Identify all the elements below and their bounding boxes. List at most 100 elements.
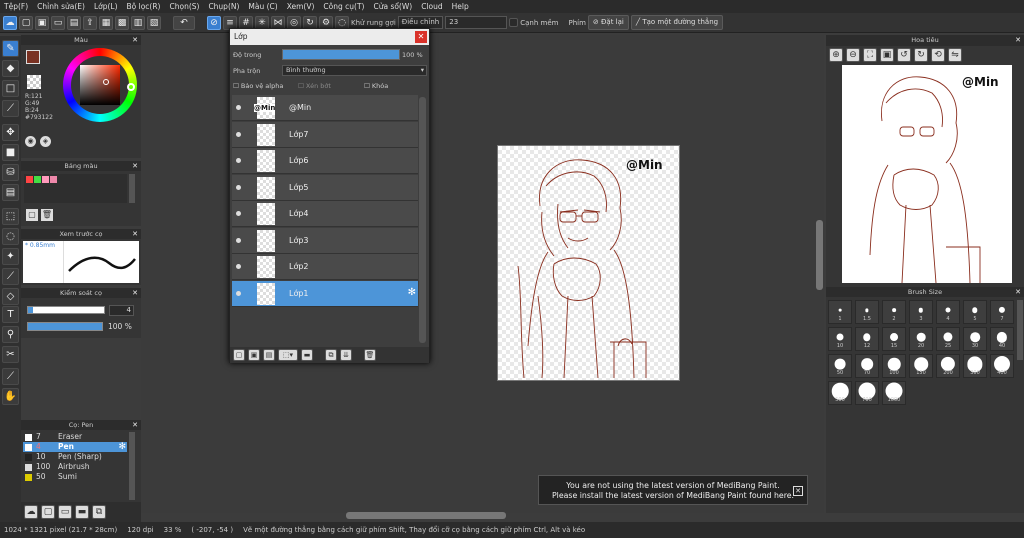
layer-row[interactable]: Lớp4 bbox=[232, 201, 418, 227]
brush-size-cell[interactable]: 50 bbox=[828, 354, 852, 378]
brush-opacity-slider[interactable] bbox=[27, 322, 103, 331]
brush-size-cell[interactable]: 4 bbox=[936, 300, 960, 324]
layer-add-menu-icon[interactable]: ⬚▾ bbox=[278, 349, 298, 361]
saturation-value-square[interactable] bbox=[80, 65, 120, 105]
brush-settings-icon[interactable]: ✻ bbox=[118, 442, 126, 452]
brush-size-cell[interactable]: 5 bbox=[963, 300, 987, 324]
fit-screen-icon[interactable]: ⛶ bbox=[863, 48, 877, 62]
hue-ring[interactable] bbox=[63, 48, 137, 122]
palette-swatch[interactable] bbox=[26, 176, 33, 183]
menu-filter[interactable]: Bộ lọc(R) bbox=[127, 2, 161, 11]
eyedropper-tool-icon[interactable]: ⟋ bbox=[2, 368, 19, 385]
edge-checkbox[interactable] bbox=[509, 18, 519, 27]
bucket-tool-icon[interactable]: ⛁ bbox=[2, 164, 19, 181]
close-icon[interactable]: ✕ bbox=[132, 288, 138, 298]
select-pen-icon[interactable]: ⟋ bbox=[2, 268, 19, 285]
divide-tool-icon[interactable]: ✂ bbox=[2, 346, 19, 363]
cloud-icon[interactable]: ☁ bbox=[3, 15, 17, 30]
window-icon[interactable]: ▥ bbox=[131, 15, 145, 30]
rotate-reset-icon[interactable]: ⟲ bbox=[931, 48, 945, 62]
brush-size-cell[interactable]: 15 bbox=[882, 327, 906, 351]
brush-size-cell[interactable]: 100 bbox=[882, 354, 906, 378]
clip-option[interactable]: ☐ Xén bớt bbox=[298, 82, 331, 90]
chat-icon[interactable]: ▭ bbox=[51, 15, 65, 30]
layer-row[interactable]: Lớp1 ✻ bbox=[232, 280, 418, 307]
menu-snap[interactable]: Chụp(N) bbox=[208, 2, 239, 11]
menu-select[interactable]: Chọn(S) bbox=[169, 2, 199, 11]
select-eraser-icon[interactable]: ◇ bbox=[2, 288, 19, 305]
menu-help[interactable]: Help bbox=[452, 2, 469, 11]
menu-layer[interactable]: Lớp(L) bbox=[94, 2, 118, 11]
share-icon[interactable]: ⇪ bbox=[83, 15, 97, 30]
brush-tool-icon[interactable]: ✎ bbox=[2, 40, 19, 57]
sv-cursor[interactable] bbox=[103, 79, 109, 85]
menu-color[interactable]: Màu (C) bbox=[248, 2, 277, 11]
layers-close-icon[interactable]: ✕ bbox=[415, 31, 427, 43]
rotate-right-icon[interactable]: ↻ bbox=[914, 48, 928, 62]
layer-row[interactable]: Lớp7 bbox=[232, 121, 418, 148]
brush-list-item[interactable]: 10 Pen (Sharp) bbox=[23, 452, 127, 462]
move-tool-icon[interactable]: ✥ bbox=[2, 124, 19, 141]
stabilizer-value[interactable]: 23 bbox=[445, 16, 508, 29]
close-icon[interactable]: ✕ bbox=[132, 35, 138, 45]
eye-icon[interactable] bbox=[236, 184, 241, 190]
close-icon[interactable]: ✕ bbox=[132, 161, 138, 171]
delete-palette-icon[interactable]: 🗑 bbox=[41, 209, 53, 221]
lock-option[interactable]: ☐ Khóa bbox=[364, 82, 388, 90]
brush-size-cell[interactable]: 12 bbox=[855, 327, 879, 351]
new-halftone-layer-icon[interactable]: ▣ bbox=[248, 349, 260, 361]
cloud-brush-icon[interactable]: ☁ bbox=[24, 505, 38, 519]
brush-list-item[interactable]: 4 Pen ✻ bbox=[23, 442, 127, 452]
brush-size-cell[interactable]: 10 bbox=[828, 327, 852, 351]
menu-view[interactable]: Xem(V) bbox=[287, 2, 315, 11]
layer-row[interactable]: Lớp6 bbox=[232, 148, 418, 174]
palette-swatch[interactable] bbox=[50, 176, 57, 183]
open-file-icon[interactable]: ▣ bbox=[35, 15, 49, 30]
hand-tool-icon[interactable]: ✋ bbox=[2, 388, 19, 405]
magic-wand-icon[interactable]: ✦ bbox=[2, 248, 19, 265]
eye-icon[interactable] bbox=[236, 105, 241, 110]
new-brush-icon[interactable]: ▢ bbox=[41, 505, 55, 519]
layer-opacity-slider[interactable] bbox=[282, 49, 400, 60]
brush-list-item[interactable]: 50 Sumi bbox=[23, 472, 127, 482]
zoom-in-icon[interactable]: ⊕ bbox=[829, 48, 843, 62]
zoom-out-icon[interactable]: ⊖ bbox=[846, 48, 860, 62]
transparent-swatch[interactable] bbox=[27, 75, 41, 89]
navigator-preview[interactable]: @Min bbox=[842, 65, 1012, 283]
undo-icon[interactable]: ↶ bbox=[173, 15, 195, 30]
brush-size-scrollbar[interactable] bbox=[1017, 300, 1023, 360]
layer-folder-icon[interactable]: ▬ bbox=[301, 349, 313, 361]
artboard[interactable]: @Min bbox=[497, 145, 680, 381]
menu-cloud[interactable]: Cloud bbox=[421, 2, 442, 11]
brush-size-cell[interactable]: 1000 bbox=[882, 381, 906, 405]
brush-size-cell[interactable]: 40 bbox=[990, 327, 1014, 351]
rotate-left-icon[interactable]: ↺ bbox=[897, 48, 911, 62]
menu-file[interactable]: Tệp(F) bbox=[4, 2, 28, 11]
text-tool-icon[interactable]: T bbox=[2, 306, 19, 323]
reset-button[interactable]: ⊘ Đặt lại bbox=[587, 15, 629, 30]
menu-tools[interactable]: Công cụ(T) bbox=[323, 2, 364, 11]
protect-alpha-option[interactable]: ☐ Bảo vệ alpha bbox=[233, 82, 283, 90]
palette-scrollbar[interactable] bbox=[129, 174, 135, 203]
line-tool-icon[interactable]: ⟋ bbox=[2, 100, 19, 117]
folder-open-icon[interactable]: ▬ bbox=[75, 505, 89, 519]
update-notice[interactable]: You are not using the latest version of … bbox=[538, 475, 808, 505]
palette-swatch[interactable] bbox=[42, 176, 49, 183]
new-file-icon[interactable]: ▢ bbox=[19, 15, 33, 30]
straight-line-button[interactable]: ╱ Tạo một đường thẳng bbox=[630, 15, 724, 30]
actual-size-icon[interactable]: ▣ bbox=[880, 48, 894, 62]
brush-size-cell[interactable]: 1.5 bbox=[855, 300, 879, 324]
layer-settings-icon[interactable]: ✻ bbox=[408, 287, 416, 298]
canvas-vertical-scrollbar[interactable] bbox=[816, 220, 823, 290]
brush-size-cell[interactable]: 3 bbox=[909, 300, 933, 324]
brush-size-cell[interactable]: 400 bbox=[990, 354, 1014, 378]
folder-icon[interactable]: ▭ bbox=[58, 505, 72, 519]
close-icon[interactable]: ✕ bbox=[132, 229, 138, 239]
duplicate-brush-icon[interactable]: ⧉ bbox=[92, 505, 106, 519]
new-1bit-layer-icon[interactable]: ▤ bbox=[263, 349, 275, 361]
eye-icon[interactable] bbox=[236, 131, 241, 137]
grid-icon[interactable]: ▩ bbox=[115, 15, 129, 30]
merge-layer-icon[interactable]: ⇊ bbox=[340, 349, 352, 361]
new-layer-icon[interactable]: ▢ bbox=[233, 349, 245, 361]
brush-size-value[interactable]: 4 bbox=[109, 305, 134, 316]
